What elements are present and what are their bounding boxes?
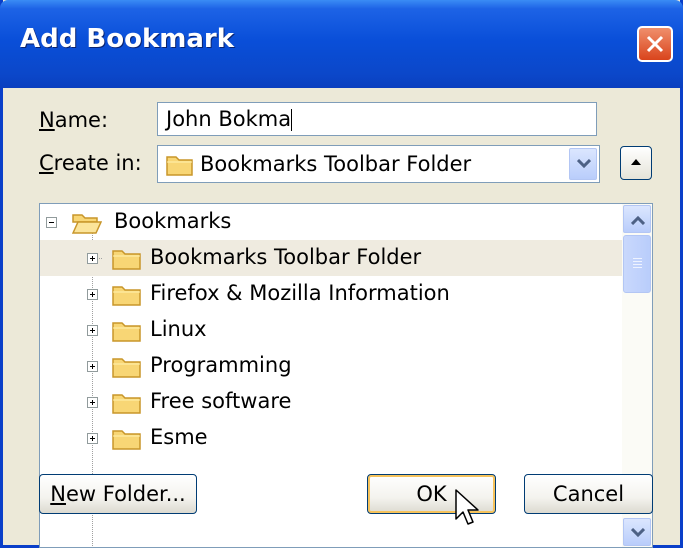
text-caret bbox=[291, 109, 293, 131]
folder-icon bbox=[112, 358, 141, 378]
expand-icon[interactable] bbox=[87, 397, 98, 408]
scroll-down-button[interactable] bbox=[623, 518, 651, 546]
tree-item-label: Firefox & Mozilla Information bbox=[150, 281, 450, 305]
expand-toggle-button[interactable] bbox=[620, 146, 652, 180]
folder-icon bbox=[112, 322, 141, 342]
add-bookmark-dialog: Add Bookmark Name: John Bokma Create in:… bbox=[0, 0, 683, 548]
new-folder-button[interactable]: New Folder... bbox=[39, 474, 197, 514]
open-folder-icon bbox=[72, 214, 102, 234]
close-icon bbox=[646, 35, 664, 53]
folder-icon bbox=[112, 286, 141, 306]
tree-item[interactable]: Linux bbox=[40, 312, 622, 348]
tree-item[interactable]: Free software bbox=[40, 384, 622, 420]
create-in-dropdown[interactable]: Bookmarks Toolbar Folder bbox=[157, 145, 600, 183]
tree-item-label: Esme bbox=[150, 425, 208, 449]
chevron-down-icon bbox=[577, 159, 591, 169]
tree-item-label: Bookmarks Toolbar Folder bbox=[150, 245, 422, 269]
expand-icon[interactable] bbox=[87, 325, 98, 336]
chevron-down-icon bbox=[631, 528, 645, 538]
name-field[interactable]: John Bokma bbox=[157, 102, 597, 136]
name-field-value: John Bokma bbox=[166, 107, 292, 131]
close-button[interactable] bbox=[637, 26, 673, 62]
chevron-up-icon bbox=[631, 215, 645, 225]
expand-icon[interactable] bbox=[87, 253, 98, 264]
tree-item[interactable]: Bookmarks Toolbar Folder bbox=[40, 240, 622, 276]
folder-icon bbox=[112, 430, 141, 450]
folder-icon bbox=[112, 250, 141, 270]
cancel-button[interactable]: Cancel bbox=[524, 474, 653, 514]
tree-item[interactable]: Programming bbox=[40, 348, 622, 384]
expand-icon[interactable] bbox=[87, 289, 98, 300]
collapse-icon[interactable] bbox=[46, 217, 57, 228]
expand-icon[interactable] bbox=[87, 433, 98, 444]
tree-root-label: Bookmarks bbox=[114, 209, 232, 233]
title-bar[interactable]: Add Bookmark bbox=[0, 0, 683, 88]
tree-item-label: Linux bbox=[150, 317, 207, 341]
expand-icon[interactable] bbox=[87, 361, 98, 372]
triangle-up-icon bbox=[631, 159, 641, 165]
mouse-cursor-icon bbox=[455, 489, 479, 525]
tree-root-bookmarks[interactable]: Bookmarks bbox=[40, 204, 622, 240]
folder-icon bbox=[112, 394, 141, 414]
create-in-label: Create in: bbox=[39, 151, 142, 175]
name-label: Name: bbox=[39, 108, 109, 132]
tree-item-label: Programming bbox=[150, 353, 292, 377]
dialog-title: Add Bookmark bbox=[20, 24, 234, 54]
tree-item[interactable]: Firefox & Mozilla Information bbox=[40, 276, 622, 312]
scroll-up-button[interactable] bbox=[623, 205, 651, 233]
tree-item[interactable]: Esme bbox=[40, 420, 622, 456]
create-in-value: Bookmarks Toolbar Folder bbox=[200, 152, 472, 176]
folder-icon bbox=[166, 156, 193, 176]
tree-item-label: Free software bbox=[150, 389, 292, 413]
dropdown-arrow-button[interactable] bbox=[569, 148, 597, 180]
scrollbar-thumb[interactable] bbox=[623, 235, 651, 293]
